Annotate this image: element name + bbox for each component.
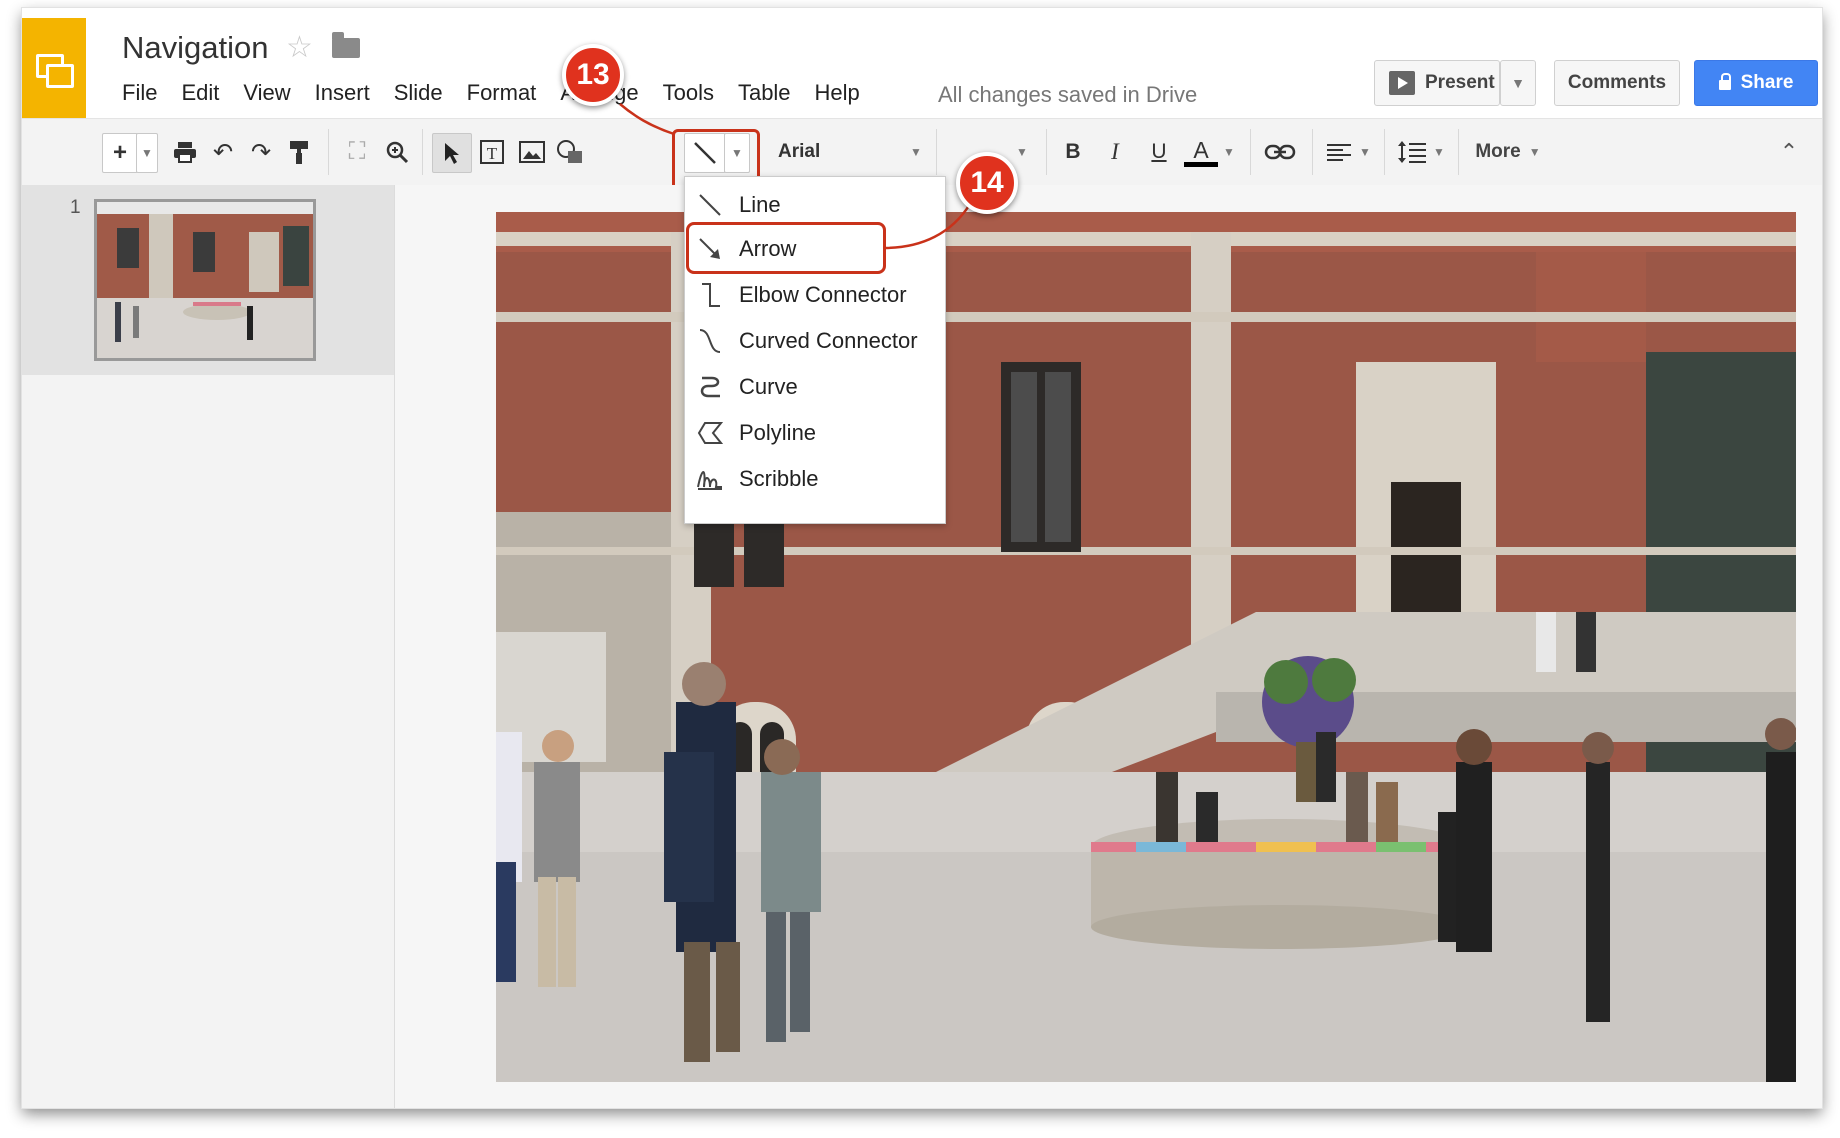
comments-button[interactable]: Comments (1554, 60, 1680, 106)
arrow-item-highlight (686, 222, 886, 274)
callout-badge-13: 13 (562, 44, 624, 106)
undo-icon[interactable]: ↶ (206, 133, 240, 171)
app-window: Navigation ☆ File Edit View Insert Slide… (22, 8, 1822, 1108)
font-dropdown-icon[interactable]: ▼ (910, 145, 922, 159)
line-icon (695, 190, 725, 220)
more-label: More (1475, 141, 1521, 162)
image-icon[interactable] (514, 133, 550, 171)
filmstrip-selected-row[interactable]: 1 (22, 185, 394, 375)
print-icon[interactable] (168, 133, 202, 171)
underline-icon[interactable]: U (1142, 133, 1176, 171)
bold-icon[interactable]: B (1056, 133, 1090, 171)
menu-item-label: Scribble (739, 466, 819, 491)
select-region-icon[interactable]: ⛶ (340, 133, 374, 171)
star-icon[interactable]: ☆ (286, 30, 313, 65)
present-button[interactable]: Present (1374, 60, 1500, 106)
present-label: Present (1425, 72, 1495, 93)
curved-connector-icon (695, 326, 725, 356)
redo-icon[interactable]: ↷ (244, 133, 278, 171)
new-slide-button[interactable]: + (102, 133, 138, 173)
share-button[interactable]: Share (1694, 60, 1818, 106)
elbow-connector-icon (695, 280, 725, 310)
callout-badge-14: 14 (956, 152, 1018, 214)
text-box-icon[interactable]: T (474, 133, 510, 171)
scribble-icon (695, 464, 725, 494)
document-title[interactable]: Navigation (122, 30, 268, 66)
menu-format[interactable]: Format (467, 80, 537, 110)
line-spacing-icon[interactable] (1394, 133, 1430, 171)
slide-thumbnail[interactable] (94, 199, 316, 361)
more-button[interactable]: More ▼ (1468, 133, 1548, 171)
line-spacing-dropdown[interactable]: ▼ (1430, 133, 1448, 171)
italic-icon[interactable]: I (1098, 133, 1132, 171)
zoom-icon[interactable] (380, 133, 414, 171)
save-status: All changes saved in Drive (938, 82, 1198, 107)
new-slide-layout-button[interactable]: ▼ (136, 133, 158, 173)
menu-item-elbow-connector[interactable]: Elbow Connector (685, 273, 945, 317)
menu-item-scribble[interactable]: Scribble (685, 457, 945, 501)
present-dropdown-button[interactable]: ▼ (1500, 60, 1536, 106)
lock-icon (1718, 73, 1731, 90)
align-dropdown[interactable]: ▼ (1356, 133, 1374, 171)
menu-slide[interactable]: Slide (394, 80, 443, 110)
menu-edit[interactable]: Edit (181, 80, 219, 110)
svg-text:T: T (487, 144, 498, 163)
menu-help[interactable]: Help (815, 80, 860, 110)
menu-bar: File Edit View Insert Slide Format Arran… (122, 80, 884, 110)
menu-item-label: Elbow Connector (739, 282, 907, 307)
filmstrip-panel: 1 (22, 185, 395, 1108)
menu-file[interactable]: File (122, 80, 157, 110)
menu-item-curve[interactable]: Curve (685, 365, 945, 409)
menu-view[interactable]: View (243, 80, 290, 110)
shape-icon[interactable] (552, 133, 588, 171)
align-icon[interactable] (1322, 133, 1356, 171)
share-label: Share (1740, 72, 1794, 93)
menu-item-label: Polyline (739, 420, 817, 445)
menu-insert[interactable]: Insert (315, 80, 370, 110)
play-icon (1389, 71, 1415, 95)
font-selector[interactable]: Arial (778, 141, 820, 163)
menu-item-polyline[interactable]: Polyline (685, 411, 945, 455)
menu-table[interactable]: Table (738, 80, 791, 110)
menu-item-label: Curve (739, 374, 798, 399)
menu-item-label: Line (739, 192, 781, 217)
link-icon[interactable] (1260, 133, 1300, 171)
chevron-down-icon: ▼ (1511, 75, 1525, 91)
paint-format-icon[interactable] (282, 133, 316, 171)
text-color-dropdown[interactable]: ▼ (1220, 133, 1238, 171)
slides-logo[interactable] (22, 18, 86, 118)
select-cursor-icon[interactable] (432, 133, 472, 173)
polyline-icon (695, 418, 725, 448)
menu-item-line[interactable]: Line (685, 183, 945, 227)
font-size-dropdown[interactable]: ▼ (1012, 133, 1032, 171)
menu-tools[interactable]: Tools (663, 80, 714, 110)
text-color-icon[interactable]: A (1182, 133, 1220, 171)
curve-icon (695, 372, 725, 402)
menu-item-curved-connector[interactable]: Curved Connector (685, 319, 945, 363)
collapse-icon[interactable]: ⌃ (1774, 133, 1804, 171)
folder-icon[interactable] (332, 32, 360, 58)
menu-item-label: Curved Connector (739, 328, 918, 353)
slide-number: 1 (70, 197, 81, 218)
